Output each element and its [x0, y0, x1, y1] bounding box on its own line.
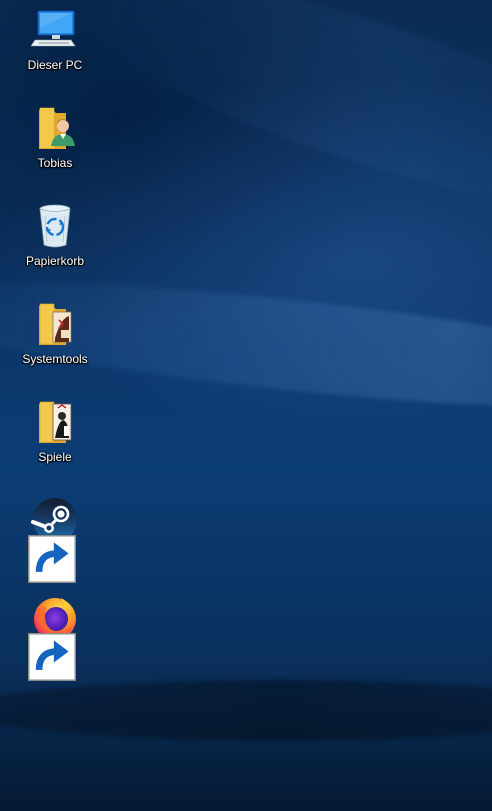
desktop-icon-label: Tobias	[37, 156, 73, 170]
desktop-icon-steam[interactable]: Steam	[5, 494, 105, 583]
steam-icon	[28, 496, 79, 583]
desktop-icon-this-pc[interactable]: Dieser PC	[5, 4, 105, 86]
desktop-icon-column: Dieser PC Tobias Papierkorb Systemtools …	[0, 0, 110, 811]
folder-icon	[31, 398, 79, 446]
recycle-bin-icon	[31, 202, 79, 250]
desktop-icon-spiele-folder[interactable]: Spiele	[5, 396, 105, 478]
firefox-icon	[28, 594, 79, 681]
desktop-icon-recycle-bin[interactable]: Papierkorb	[5, 200, 105, 282]
shortcut-arrow-icon	[28, 633, 76, 681]
shortcut-arrow-icon	[28, 535, 76, 583]
desktop-icon-label: Systemtools	[22, 352, 88, 366]
this-pc-icon	[31, 6, 79, 54]
desktop-icon-user-folder[interactable]: Tobias	[5, 102, 105, 184]
desktop-icon-label: Spiele	[38, 450, 72, 464]
desktop-icon-systemtools-folder[interactable]: Systemtools	[5, 298, 105, 380]
desktop[interactable]: Dieser PC Tobias Papierkorb Systemtools …	[0, 0, 492, 811]
wallpaper-light-streak	[53, 0, 492, 250]
desktop-icon-label: Dieser PC	[27, 58, 83, 72]
folder-icon	[31, 300, 79, 348]
user-folder-icon	[31, 104, 79, 152]
desktop-icon-firefox[interactable]: Firefox	[5, 592, 105, 681]
desktop-icon-label: Papierkorb	[25, 254, 85, 268]
